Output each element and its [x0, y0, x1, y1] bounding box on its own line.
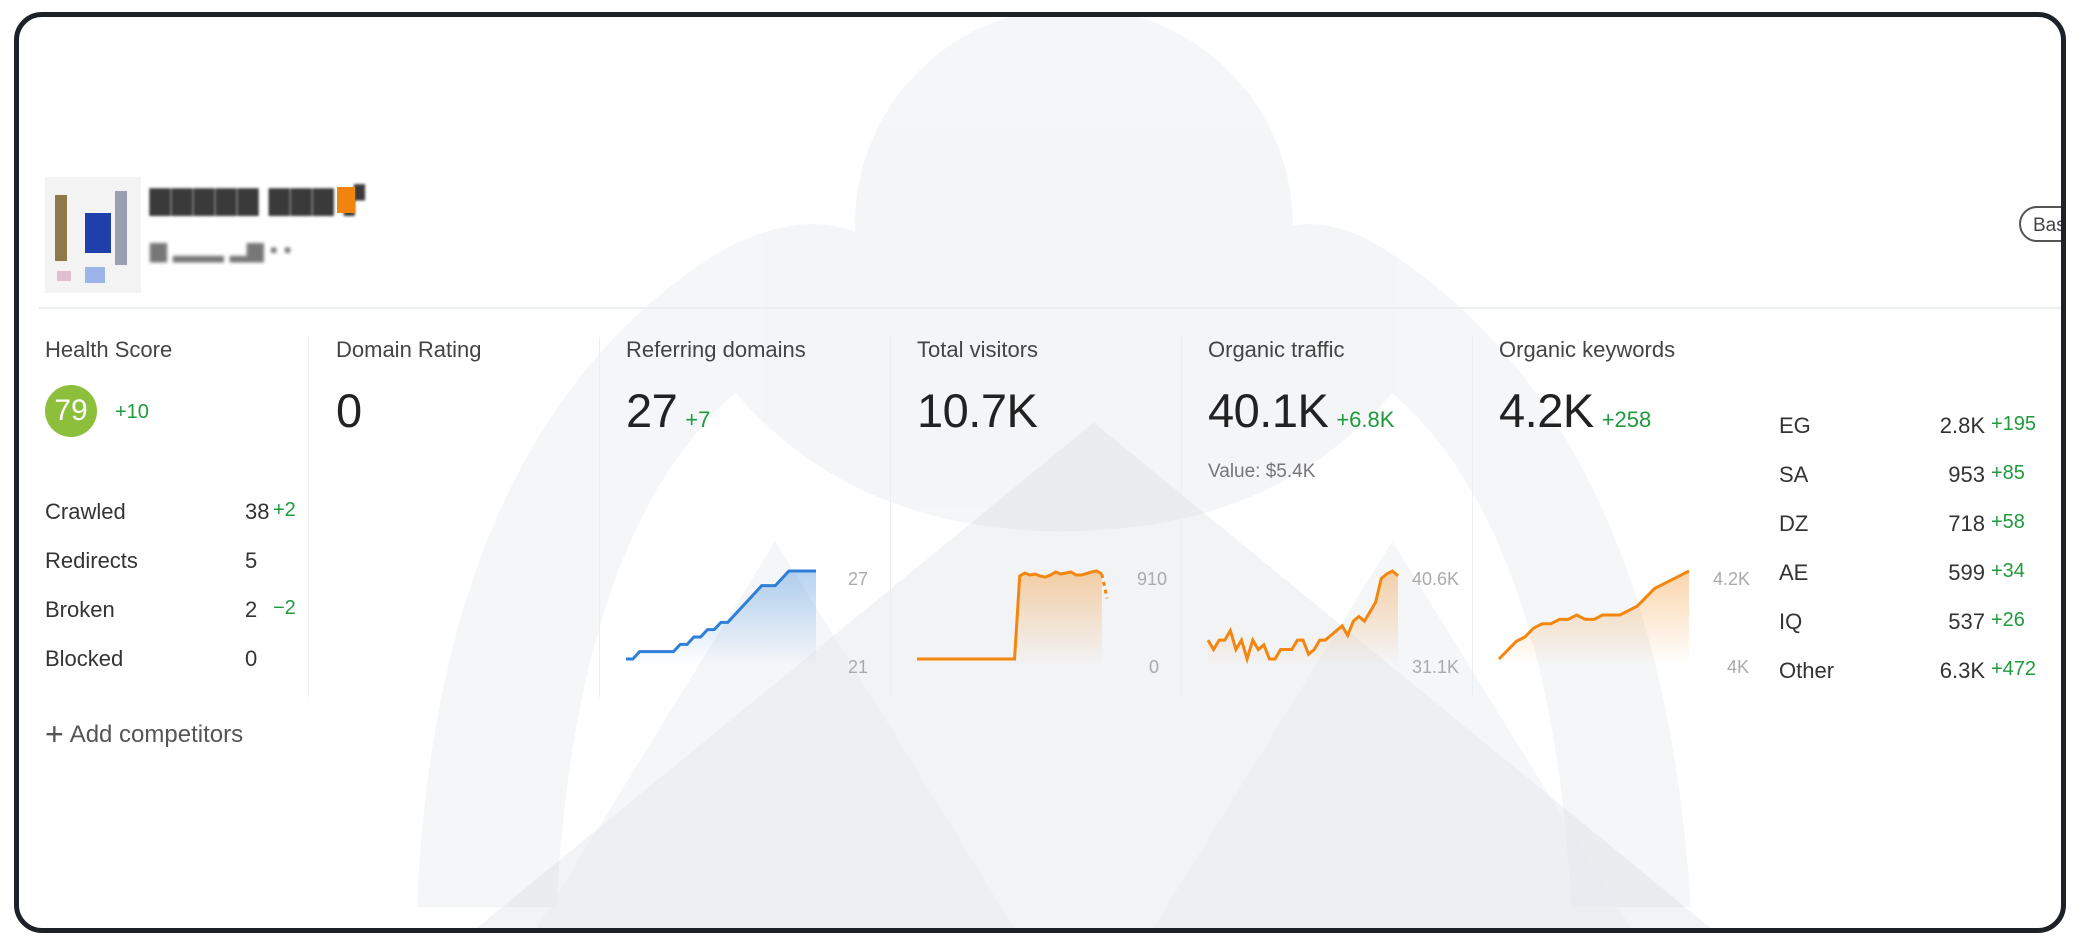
total-visitors-area — [917, 571, 1102, 665]
project-flag-icon — [337, 187, 355, 213]
stat-row-broken[interactable]: Broken 2 −2 — [45, 597, 305, 627]
country-delta: +85 — [1991, 462, 2025, 484]
organic-traffic-title: Organic traffic — [1208, 337, 1345, 362]
country-code: DZ — [1779, 511, 1809, 536]
organic-keywords-card[interactable]: Organic keywords 4.2K +258 4.2K 4K — [1497, 337, 1759, 697]
referring-domains-number: 27 — [626, 384, 678, 437]
country-delta: +195 — [1991, 413, 2037, 435]
organic-keywords-sparkline — [1497, 569, 1690, 665]
domain-rating-title: Domain Rating — [336, 337, 482, 362]
column-divider — [890, 337, 891, 697]
stat-row-redirects[interactable]: Redirects 5 — [45, 548, 305, 578]
stat-value: 5 — [245, 548, 258, 573]
total-visitors-card[interactable]: Total visitors 10.7K 910 0 — [917, 337, 1177, 697]
organic-traffic-axis-min: 31.1K — [1412, 657, 1460, 677]
stat-row-blocked[interactable]: Blocked 0 — [45, 646, 305, 676]
organic-traffic-card[interactable]: Organic traffic 40.1K +6.8K Value: $5.4K … — [1206, 337, 1468, 697]
organic-traffic-value-note: Value: $5.4K — [1208, 461, 1316, 482]
organic-keywords-delta: +258 — [1601, 407, 1652, 432]
country-row-iq[interactable]: IQ 537 +26 — [1779, 609, 2045, 639]
organic-traffic-number: 40.1K — [1208, 384, 1329, 437]
stat-value: 2 — [245, 597, 258, 622]
organic-keywords-axis-min: 4K — [1727, 657, 1750, 677]
country-delta: +58 — [1991, 511, 2025, 533]
stat-label: Broken — [45, 597, 115, 622]
referring-domains-axis-max: 27 — [848, 569, 869, 589]
stat-delta: −2 — [273, 597, 296, 619]
stat-label: Blocked — [45, 646, 124, 671]
country-code: EG — [1779, 413, 1811, 438]
project-favicon — [45, 177, 141, 293]
organic-keywords-value: 4.2K +258 — [1499, 383, 1651, 438]
country-row-ae[interactable]: AE 599 +34 — [1779, 560, 2045, 590]
organic-traffic-axis-max: 40.6K — [1412, 569, 1460, 589]
country-delta: +34 — [1991, 560, 2025, 582]
column-divider — [1181, 337, 1182, 697]
country-code: Other — [1779, 658, 1835, 683]
country-delta: +26 — [1991, 609, 2025, 631]
country-value: 537 — [1948, 609, 1985, 634]
referring-domains-axis-min: 21 — [848, 657, 869, 677]
stat-label: Redirects — [45, 548, 138, 573]
country-value: 2.8K — [1939, 413, 1985, 438]
country-value: 599 — [1948, 560, 1985, 585]
organic-traffic-sparkline — [1206, 569, 1399, 665]
project-url[interactable]: ▆ ▂▂▂ ▂▆ ▪ ▪ — [150, 237, 292, 263]
health-score-card[interactable]: Health Score 79 +10 Crawled 38 +2 Redire… — [45, 337, 315, 697]
country-value: 718 — [1948, 511, 1985, 536]
country-value: 953 — [1948, 462, 1985, 487]
country-breakdown: EG 2.8K +195 SA 953 +85 DZ 718 +58 AE 59… — [1779, 337, 2045, 697]
add-competitors-label: Add competitors — [69, 721, 244, 748]
plan-badge[interactable]: Basi — [2019, 206, 2061, 242]
domain-rating-card[interactable]: Domain Rating 0 — [336, 337, 586, 697]
dashboard-content: ▇▇▇▇▇ ▇▇▇ ▞ ▆ ▂▂▂ ▂▆ ▪ ▪ Basi Health Sco… — [19, 17, 2061, 928]
country-row-sa[interactable]: SA 953 +85 — [1779, 462, 2045, 492]
stat-value: 0 — [245, 646, 258, 671]
screenshot-frame: ▇▇▇▇▇ ▇▇▇ ▞ ▆ ▂▂▂ ▂▆ ▪ ▪ Basi Health Sco… — [14, 12, 2066, 933]
referring-domains-value: 27 +7 — [626, 383, 710, 438]
column-divider — [599, 337, 600, 697]
referring-domains-card[interactable]: Referring domains 27 +7 27 21 — [626, 337, 886, 697]
total-visitors-axis-max: 910 — [1137, 569, 1168, 589]
plus-icon: + — [45, 716, 64, 752]
column-divider — [308, 337, 309, 697]
health-score-title: Health Score — [45, 337, 173, 362]
referring-domains-sparkline — [626, 569, 816, 665]
health-score-badge: 79 — [45, 385, 97, 437]
country-row-eg[interactable]: EG 2.8K +195 — [1779, 413, 2045, 443]
stat-label: Crawled — [45, 499, 126, 524]
organic-traffic-value: 40.1K +6.8K — [1208, 383, 1394, 438]
column-divider — [1472, 337, 1473, 697]
total-visitors-title: Total visitors — [917, 337, 1039, 362]
organic-traffic-delta: +6.8K — [1336, 407, 1395, 432]
header-divider — [39, 307, 2061, 309]
country-row-dz[interactable]: DZ 718 +58 — [1779, 511, 2045, 541]
stat-value: 38 — [245, 499, 270, 524]
organic-keywords-title: Organic keywords — [1499, 337, 1676, 362]
referring-domains-delta: +7 — [685, 407, 711, 432]
domain-rating-value: 0 — [336, 384, 362, 437]
country-code: SA — [1779, 462, 1809, 487]
organic-keywords-axis-max: 4.2K — [1713, 569, 1751, 589]
country-delta: +472 — [1991, 658, 2037, 680]
add-competitors-button[interactable]: + Add competitors — [45, 716, 243, 753]
country-code: AE — [1779, 560, 1809, 585]
project-name[interactable]: ▇▇▇▇▇ ▇▇▇ ▞ — [150, 185, 366, 216]
stat-delta: +2 — [273, 499, 296, 521]
stat-row-crawled[interactable]: Crawled 38 +2 — [45, 499, 305, 529]
referring-domains-title: Referring domains — [626, 337, 806, 362]
country-code: IQ — [1779, 609, 1803, 634]
total-visitors-value: 10.7K — [917, 384, 1038, 437]
total-visitors-projection-line — [1100, 573, 1109, 599]
country-row-other[interactable]: Other 6.3K +472 — [1779, 658, 2045, 688]
health-score-delta: +10 — [115, 401, 149, 423]
organic-keywords-number: 4.2K — [1499, 384, 1594, 437]
total-visitors-axis-min: 0 — [1149, 657, 1160, 677]
country-value: 6.3K — [1939, 658, 1985, 683]
total-visitors-sparkline — [917, 569, 1109, 665]
